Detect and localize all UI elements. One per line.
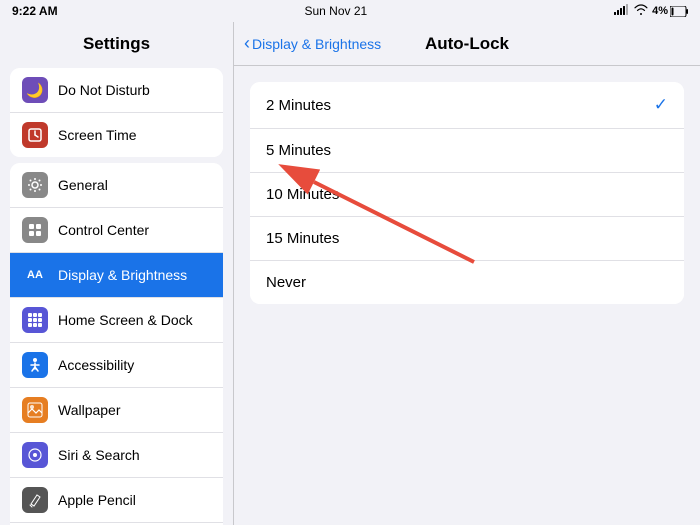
status-date: Sun Nov 21 — [304, 4, 367, 18]
detail-content: 2 Minutes ✓ 5 Minutes 10 Minutes 15 Minu… — [234, 66, 700, 525]
wallpaper-label: Wallpaper — [58, 402, 121, 418]
general-label: General — [58, 177, 108, 193]
checkmark-2min: ✓ — [654, 95, 668, 115]
option-never-label: Never — [266, 274, 306, 291]
back-label: Display & Brightness — [252, 36, 381, 52]
sidebar-item-wallpaper[interactable]: Wallpaper — [10, 388, 223, 433]
signal-icon — [614, 4, 630, 18]
option-2min-label: 2 Minutes — [266, 97, 331, 114]
option-15min-label: 15 Minutes — [266, 230, 339, 247]
detail-panel: ‹ Display & Brightness Auto-Lock 2 Minut… — [234, 22, 700, 525]
battery-icon: 4% — [652, 5, 688, 17]
main-container: Settings 🌙 Do Not Disturb Screen Time — [0, 22, 700, 525]
back-button[interactable]: ‹ Display & Brightness — [244, 33, 381, 54]
sidebar-item-siri-search[interactable]: Siri & Search — [10, 433, 223, 478]
do-not-disturb-icon: 🌙 — [22, 77, 48, 103]
sidebar-item-general[interactable]: General — [10, 163, 223, 208]
display-brightness-icon: AA — [22, 262, 48, 288]
sidebar-item-display-brightness[interactable]: AA Display & Brightness — [10, 253, 223, 298]
option-never[interactable]: Never — [250, 261, 684, 304]
option-2min[interactable]: 2 Minutes ✓ — [250, 82, 684, 129]
siri-label: Siri & Search — [58, 447, 140, 463]
do-not-disturb-label: Do Not Disturb — [58, 82, 150, 98]
sidebar-item-accessibility[interactable]: Accessibility — [10, 343, 223, 388]
display-brightness-label: Display & Brightness — [58, 267, 187, 283]
home-screen-icon — [22, 307, 48, 333]
option-5min-label: 5 Minutes — [266, 142, 331, 159]
apple-pencil-icon — [22, 487, 48, 513]
option-10min[interactable]: 10 Minutes — [250, 173, 684, 217]
control-center-label: Control Center — [58, 222, 149, 238]
detail-title: Auto-Lock — [425, 34, 509, 54]
status-bar: 9:22 AM Sun Nov 21 4% — [0, 0, 700, 22]
sidebar-item-do-not-disturb[interactable]: 🌙 Do Not Disturb — [10, 68, 223, 113]
home-screen-label: Home Screen & Dock — [58, 312, 193, 328]
screen-time-icon — [22, 122, 48, 148]
detail-wrapper: ‹ Display & Brightness Auto-Lock 2 Minut… — [234, 22, 700, 525]
sidebar-item-home-screen[interactable]: Home Screen & Dock — [10, 298, 223, 343]
control-center-icon — [22, 217, 48, 243]
auto-lock-options: 2 Minutes ✓ 5 Minutes 10 Minutes 15 Minu… — [250, 82, 684, 304]
status-time: 9:22 AM — [12, 4, 58, 18]
sidebar: Settings 🌙 Do Not Disturb Screen Time — [0, 22, 234, 525]
back-chevron-icon: ‹ — [244, 33, 250, 54]
sidebar-group-2: General Control Center AA Display & Brig… — [10, 163, 223, 525]
sidebar-title: Settings — [0, 22, 233, 62]
wallpaper-icon — [22, 397, 48, 423]
accessibility-icon — [22, 352, 48, 378]
general-icon — [22, 172, 48, 198]
option-10min-label: 10 Minutes — [266, 186, 339, 203]
screen-time-label: Screen Time — [58, 127, 137, 143]
option-5min[interactable]: 5 Minutes — [250, 129, 684, 173]
apple-pencil-label: Apple Pencil — [58, 492, 136, 508]
accessibility-label: Accessibility — [58, 357, 134, 373]
sidebar-group-1: 🌙 Do Not Disturb Screen Time — [10, 68, 223, 157]
wifi-icon — [634, 4, 648, 18]
status-indicators: 4% — [614, 4, 688, 18]
sidebar-item-screen-time[interactable]: Screen Time — [10, 113, 223, 157]
detail-header: ‹ Display & Brightness Auto-Lock — [234, 22, 700, 66]
option-15min[interactable]: 15 Minutes — [250, 217, 684, 261]
sidebar-item-apple-pencil[interactable]: Apple Pencil — [10, 478, 223, 523]
sidebar-item-control-center[interactable]: Control Center — [10, 208, 223, 253]
siri-icon — [22, 442, 48, 468]
